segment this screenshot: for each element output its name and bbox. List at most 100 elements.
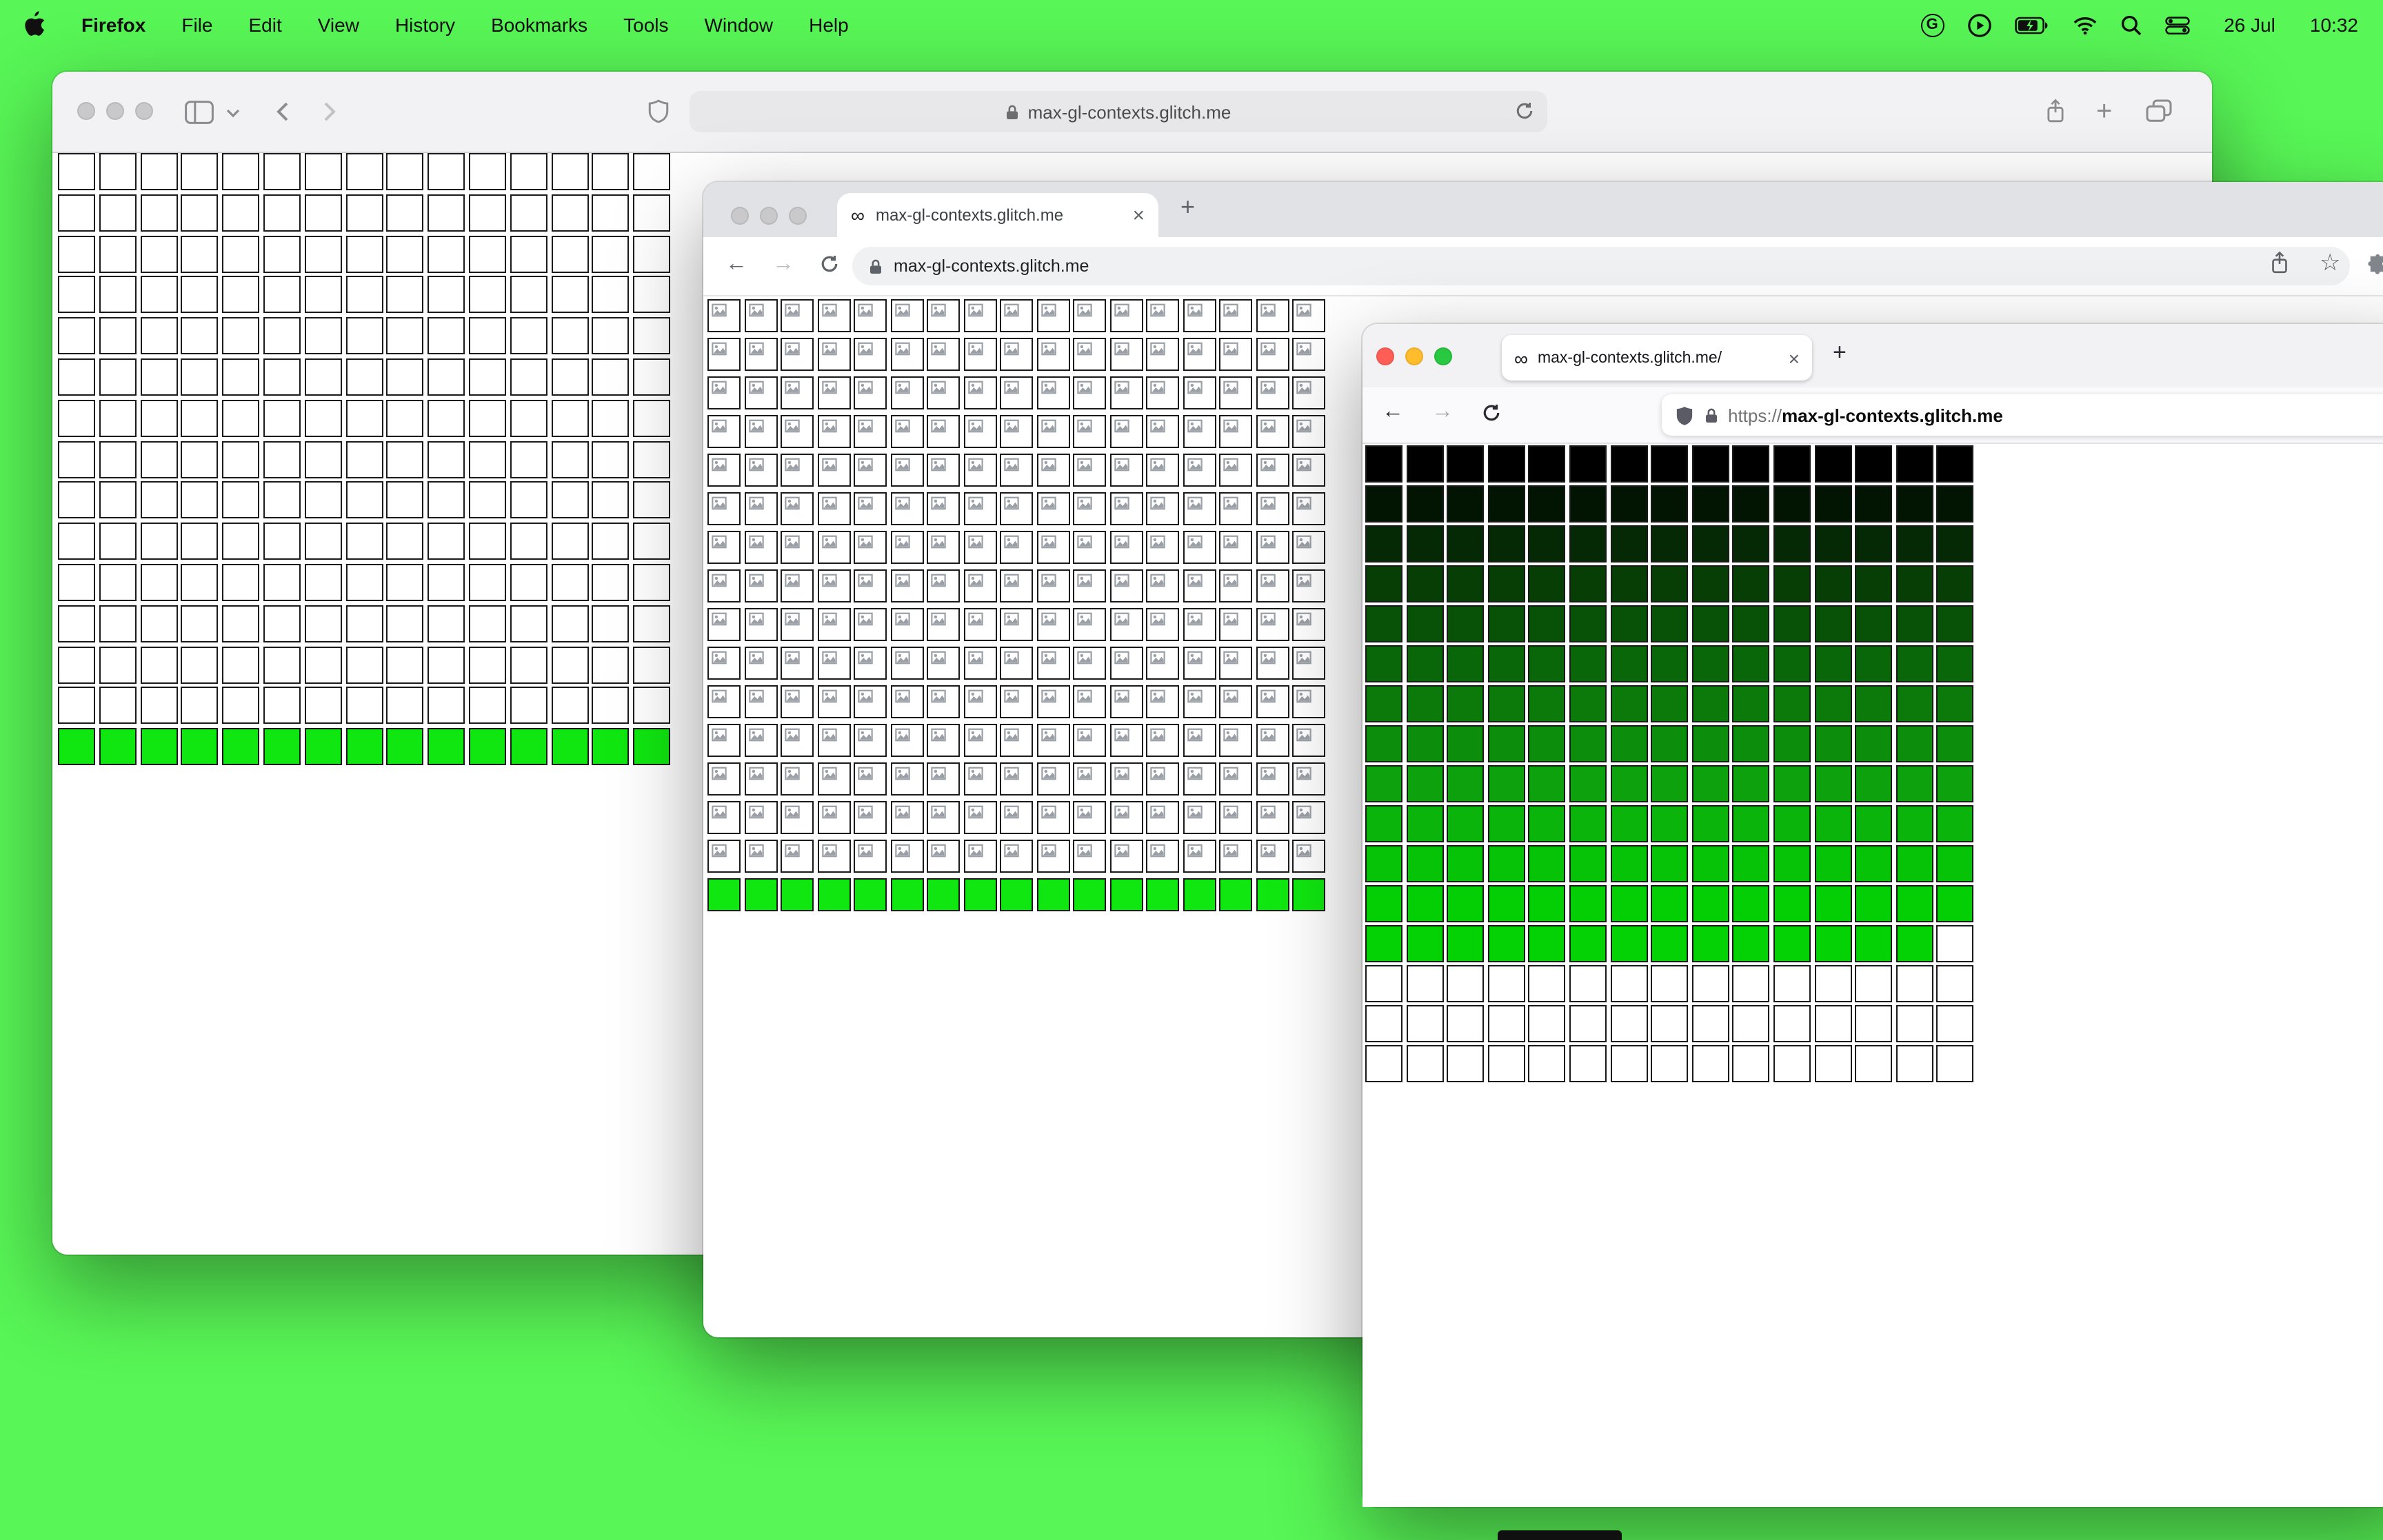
new-tab-button[interactable]: +	[1833, 339, 1847, 367]
grid-cell-empty	[99, 194, 137, 232]
grid-cell-filled	[58, 728, 95, 766]
grid-cell-broken-image	[1219, 608, 1252, 641]
forward-icon[interactable]	[323, 101, 336, 123]
firefox-url-field[interactable]: https://max-gl-contexts.glitch.me	[1662, 394, 2383, 436]
firefox-active-tab[interactable]: ∞ max-gl-contexts.glitch.me/ ×	[1502, 335, 1812, 381]
grid-cell-filled	[1569, 885, 1607, 922]
grid-cell-broken-image	[1073, 840, 1106, 873]
grid-cell-empty	[1773, 1045, 1811, 1082]
back-icon[interactable]: ←	[725, 252, 747, 277]
menu-tools[interactable]: Tools	[623, 14, 668, 36]
grid-cell-broken-image	[1292, 569, 1325, 602]
broken-image-icon	[1004, 342, 1019, 356]
privacy-shield-icon[interactable]	[648, 99, 669, 123]
menu-clock-time[interactable]: 10:32	[2310, 14, 2358, 36]
chrome-active-tab[interactable]: ∞ max-gl-contexts.glitch.me ×	[837, 193, 1158, 237]
control-center-icon[interactable]	[2164, 16, 2189, 34]
app-menu-firefox[interactable]: Firefox	[81, 14, 145, 36]
back-icon[interactable]: ←	[1382, 400, 1404, 425]
grid-cell-filled	[1691, 845, 1729, 882]
grid-cell-empty	[304, 317, 342, 355]
back-icon[interactable]	[276, 101, 290, 123]
grid-cell-empty	[1732, 965, 1770, 1002]
chevron-down-icon[interactable]	[226, 109, 240, 117]
minimize-window-button[interactable]	[760, 207, 778, 225]
menu-edit[interactable]: Edit	[249, 14, 282, 36]
grid-cell-filled	[468, 728, 506, 766]
zoom-window-button[interactable]	[789, 207, 807, 225]
grid-cell-empty	[1487, 965, 1525, 1002]
grid-cell-broken-image	[1183, 762, 1216, 796]
menu-file[interactable]: File	[181, 14, 212, 36]
close-tab-icon[interactable]: ×	[1789, 347, 1800, 369]
zoom-window-button[interactable]	[1434, 347, 1452, 365]
broken-image-icon	[748, 844, 763, 858]
sidebar-icon[interactable]	[185, 101, 214, 124]
grid-cell-empty	[510, 194, 547, 232]
tracking-protection-shield-icon[interactable]	[1676, 405, 1693, 425]
forward-icon[interactable]: →	[772, 252, 794, 277]
broken-image-icon	[894, 381, 909, 394]
grid-cell-empty	[99, 440, 137, 478]
zoom-window-button[interactable]	[135, 102, 153, 120]
broken-image-icon	[1040, 651, 1056, 665]
broken-image-icon	[1040, 574, 1056, 587]
spotlight-search-icon[interactable]	[2120, 14, 2141, 35]
extensions-icon[interactable]	[2368, 254, 2383, 274]
grid-cell-empty	[263, 687, 301, 725]
play-status-icon[interactable]	[1967, 13, 1991, 37]
grid-cell-empty	[1691, 1005, 1729, 1042]
reload-icon[interactable]	[1481, 403, 1502, 423]
share-icon[interactable]	[2270, 251, 2289, 274]
menu-bookmarks[interactable]: Bookmarks	[491, 14, 587, 36]
reload-icon[interactable]	[819, 254, 840, 274]
close-window-button[interactable]	[731, 207, 749, 225]
tab-title: max-gl-contexts.glitch.me/	[1537, 349, 1722, 366]
close-window-button[interactable]	[77, 102, 95, 120]
grid-cell-broken-image	[1146, 531, 1179, 564]
reload-icon[interactable]	[1514, 101, 1535, 121]
grid-cell-broken-image	[890, 415, 923, 448]
new-tab-icon[interactable]: +	[2096, 98, 2112, 125]
grid-cell-broken-image	[781, 685, 814, 718]
wifi-icon[interactable]	[2072, 16, 2097, 34]
broken-image-icon	[821, 805, 836, 819]
menu-clock-date[interactable]: 26 Jul	[2224, 14, 2275, 36]
battery-icon[interactable]	[2014, 16, 2049, 34]
apple-icon[interactable]	[25, 10, 46, 39]
menu-view[interactable]: View	[318, 14, 359, 36]
minimize-window-button[interactable]	[106, 102, 124, 120]
grid-cell-filled	[1936, 685, 1974, 722]
broken-image-icon	[712, 805, 727, 819]
grid-cell-empty	[551, 605, 589, 642]
grid-cell-broken-image	[963, 531, 996, 564]
grid-cell-empty	[386, 194, 424, 232]
grid-cell-empty	[428, 235, 465, 273]
safari-url-field[interactable]: max-gl-contexts.glitch.me	[690, 91, 1547, 132]
new-tab-button[interactable]: +	[1180, 193, 1195, 222]
grid-cell-broken-image	[1219, 492, 1252, 525]
grid-cell-empty	[222, 235, 260, 273]
grid-cell-empty	[181, 194, 219, 232]
menu-history[interactable]: History	[395, 14, 455, 36]
lock-icon[interactable]	[1705, 406, 1718, 424]
google-status-icon[interactable]: G	[1920, 13, 1944, 37]
grid-cell-broken-image	[781, 647, 814, 680]
forward-icon[interactable]: →	[1431, 400, 1454, 425]
grid-cell-broken-image	[1219, 415, 1252, 448]
bookmark-star-icon[interactable]: ☆	[2320, 250, 2341, 277]
chrome-url-field[interactable]: max-gl-contexts.glitch.me	[852, 247, 2350, 285]
tab-overview-icon[interactable]	[2146, 99, 2172, 123]
close-tab-icon[interactable]: ×	[1132, 203, 1145, 227]
grid-cell-broken-image	[1073, 608, 1106, 641]
grid-cell-broken-image	[854, 801, 887, 834]
grid-cell-broken-image	[1183, 376, 1216, 409]
grid-cell-broken-image	[1183, 608, 1216, 641]
close-window-button[interactable]	[1376, 347, 1394, 365]
grid-cell-broken-image	[1292, 338, 1325, 371]
broken-image-icon	[1077, 689, 1092, 703]
share-icon[interactable]	[2045, 98, 2066, 124]
menu-help[interactable]: Help	[809, 14, 849, 36]
minimize-window-button[interactable]	[1405, 347, 1423, 365]
menu-window[interactable]: Window	[705, 14, 774, 36]
